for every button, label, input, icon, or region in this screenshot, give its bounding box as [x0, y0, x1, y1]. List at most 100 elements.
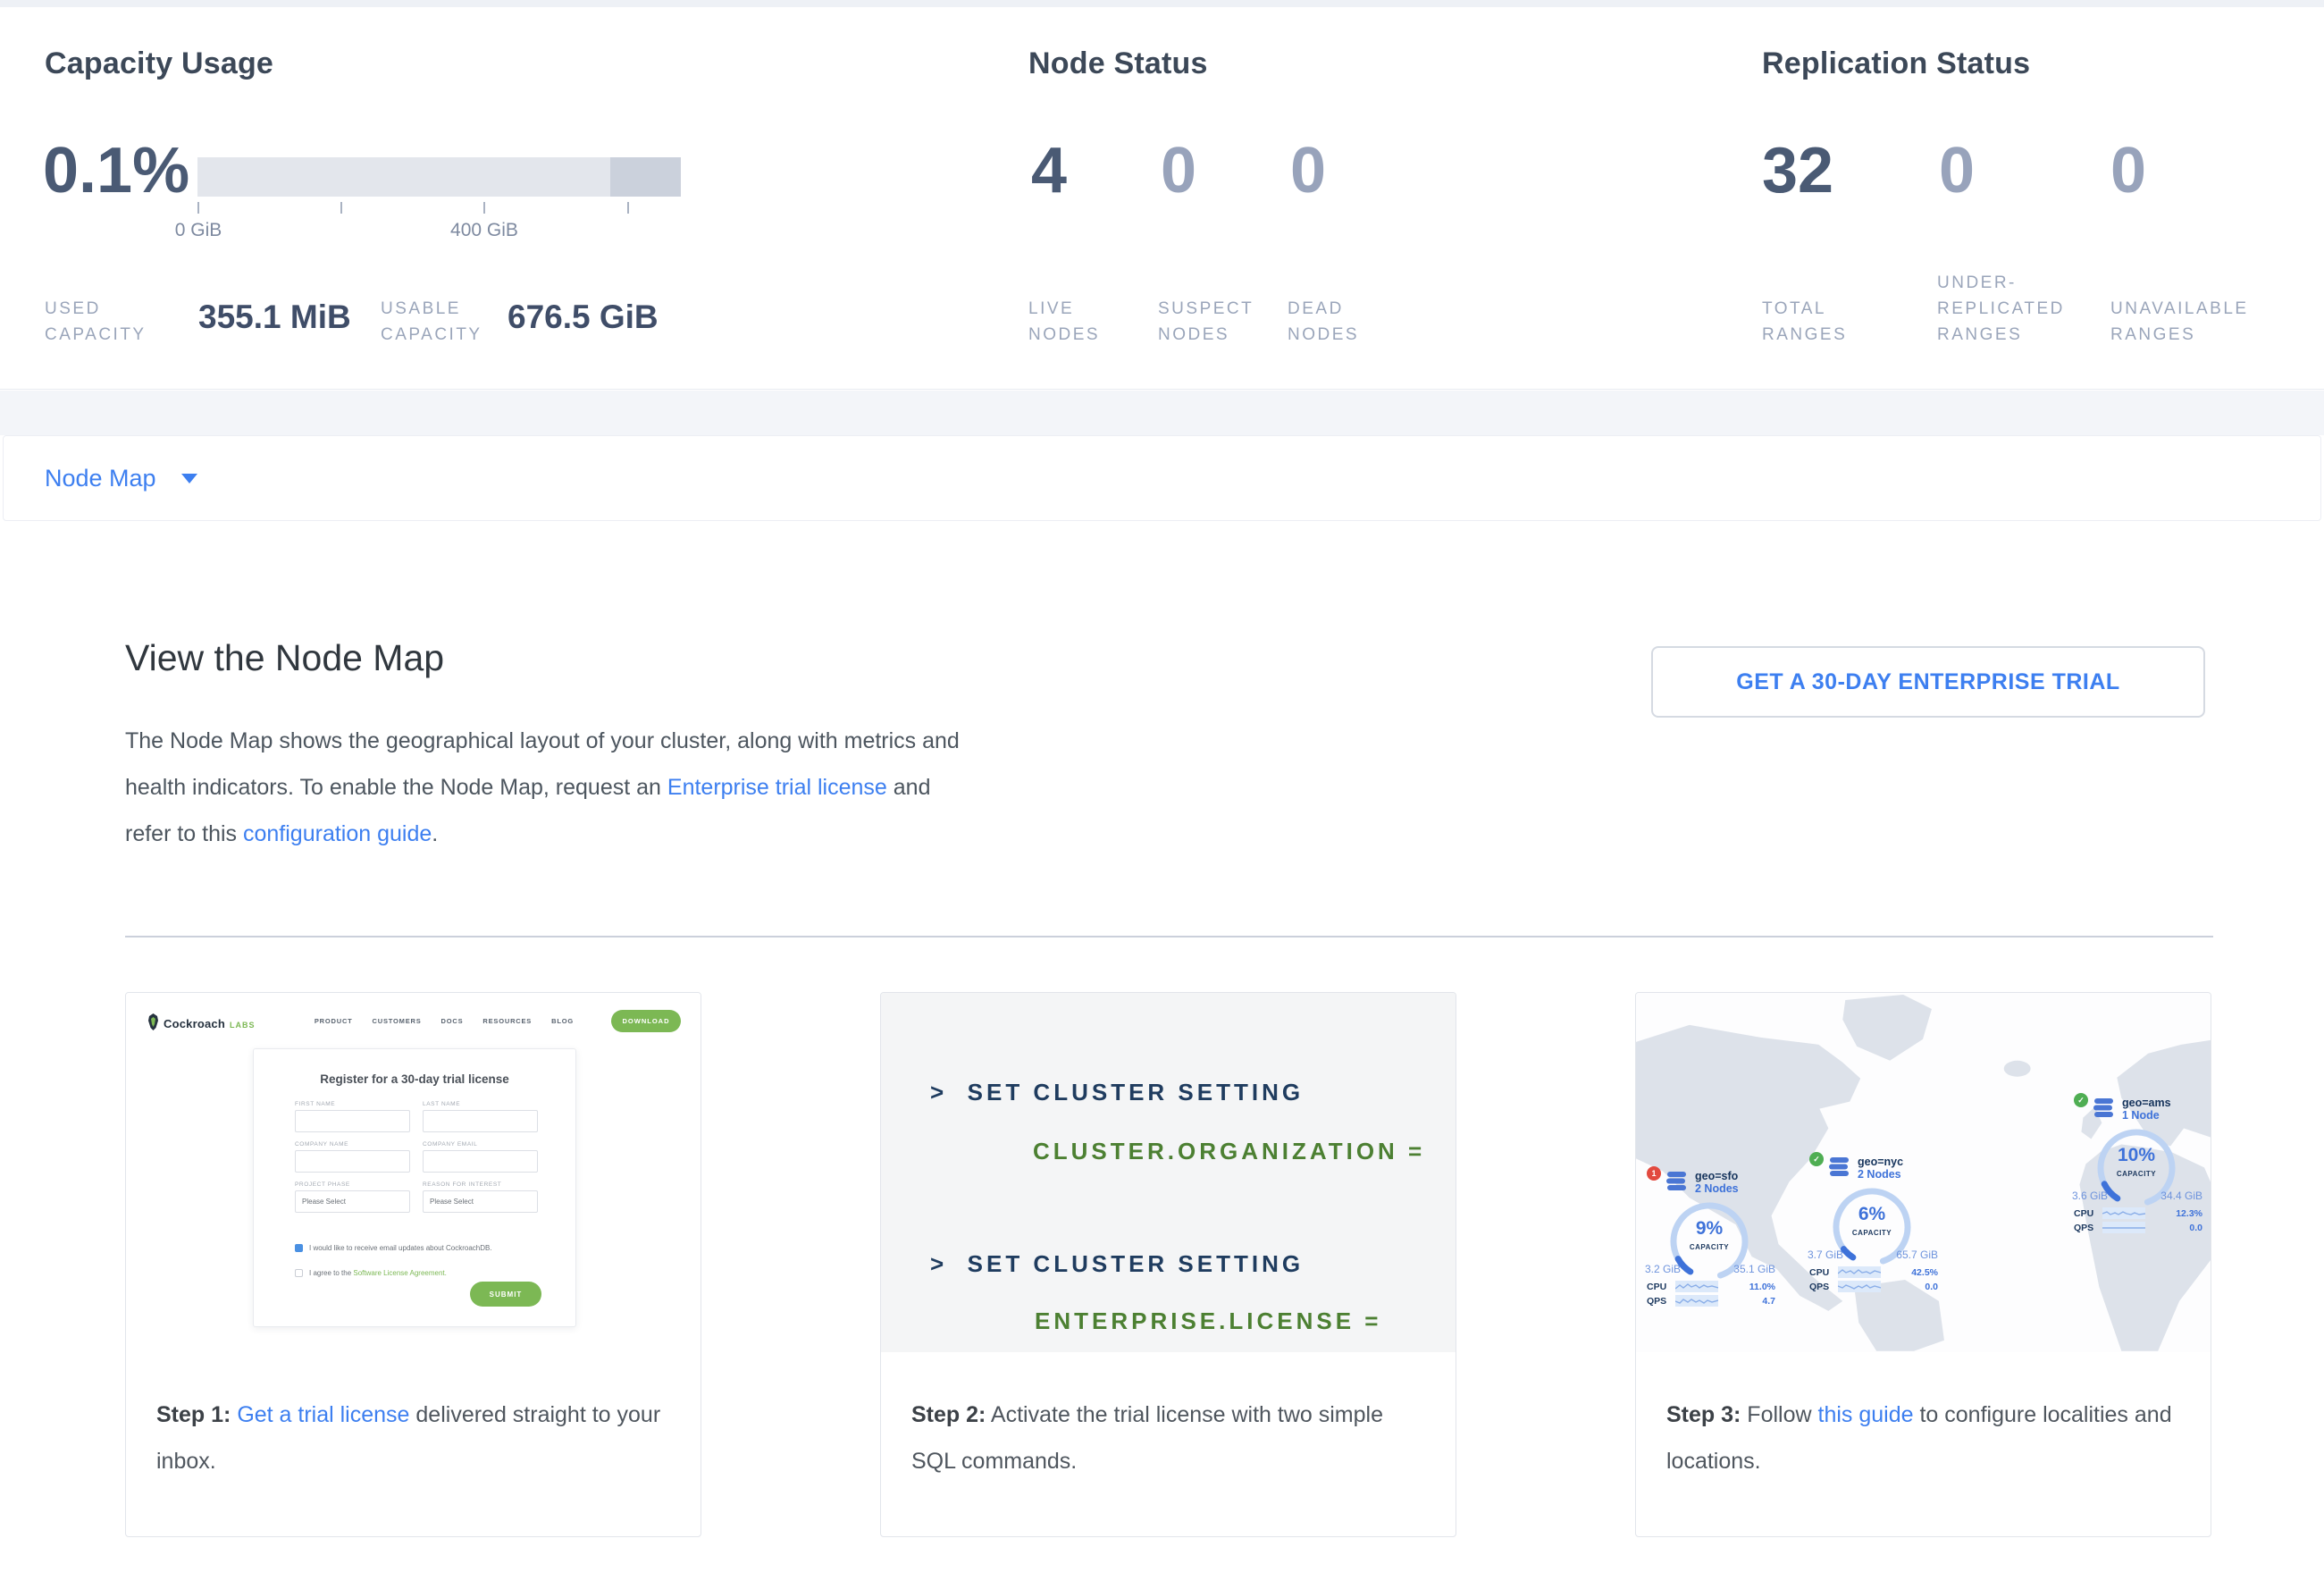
- this-guide-link[interactable]: this guide: [1818, 1402, 1914, 1427]
- qps-sparkline: [1838, 1281, 1881, 1292]
- nav-item: DOCS: [441, 1017, 464, 1025]
- step3-caption: Step 3: Follow this guide to configure l…: [1636, 1352, 2211, 1484]
- suspect-nodes-label: SUSPECT NODES: [1158, 296, 1270, 348]
- brand-labs-text: LABS: [230, 1021, 256, 1030]
- capacity-label: CAPACITY: [1829, 1229, 1915, 1237]
- capacity-max: 35.1 GiB: [1733, 1263, 1775, 1275]
- cpu-sparkline: [1838, 1266, 1881, 1278]
- capacity-usage-title: Capacity Usage: [45, 46, 273, 81]
- capacity-tick-label-0: 0 GiB: [163, 220, 234, 241]
- form-fields: FIRST NAME LAST NAME COMPANY NAME COMPAN…: [295, 1101, 538, 1213]
- capacity-tick: [197, 202, 199, 214]
- qps-row: QPS0.0: [1809, 1281, 1938, 1292]
- download-button-image: DOWNLOAD: [611, 1010, 681, 1032]
- configuration-guide-link[interactable]: configuration guide: [243, 821, 432, 846]
- nav-item: RESOURCES: [482, 1017, 532, 1025]
- under-replicated-ranges-label: UNDER-REPLICATED RANGES: [1937, 270, 2096, 348]
- sql-commands-block: > SET CLUSTER SETTING CLUSTER.ORGANIZATI…: [881, 993, 1456, 1352]
- database-icon: [2093, 1098, 2115, 1118]
- nav-item: BLOG: [551, 1017, 574, 1025]
- node-map-promo-section: View the Node Map The Node Map shows the…: [0, 521, 2324, 1589]
- get-trial-license-link[interactable]: Get a trial license: [237, 1402, 409, 1427]
- locality-name: geo=nyc: [1858, 1156, 1903, 1168]
- step1-card: Cockroach LABS PRODUCT CUSTOMERS DOCS RE…: [125, 992, 701, 1537]
- cluster-header: ✓ geo=ams 1 Node: [2074, 1097, 2206, 1122]
- checkbox-label: I agree to the Software License Agreemen…: [309, 1269, 447, 1277]
- field-input: [295, 1110, 410, 1132]
- capacity-tick-label-400: 400 GiB: [431, 220, 538, 241]
- qps-row: QPS 0.0: [2074, 1222, 2202, 1233]
- field-input: [295, 1150, 410, 1173]
- node-map-dropdown[interactable]: Node Map: [45, 436, 197, 520]
- live-nodes-value: 4: [1031, 134, 1067, 207]
- total-ranges-value: 32: [1762, 134, 1833, 207]
- capacity-percent: 6%: [1829, 1204, 1915, 1225]
- node-count: 1 Node: [2122, 1109, 2171, 1122]
- cluster-title: geo=ams 1 Node: [2122, 1097, 2171, 1122]
- step2-caption: Step 2: Activate the trial license with …: [881, 1352, 1456, 1484]
- enterprise-trial-license-link[interactable]: Enterprise trial license: [667, 775, 887, 800]
- form-title: Register for a 30-day trial license: [254, 1072, 575, 1086]
- qps-value: 0.0: [2189, 1223, 2202, 1233]
- brand-text: Cockroach: [164, 1017, 225, 1030]
- capacity-min: 3.2 GiB: [1645, 1263, 1681, 1275]
- step3-card: 1 geo=sfo 2 Nodes 9% CAPACITY 3.2 GiB35.…: [1635, 992, 2211, 1537]
- cpu-label: CPU: [1647, 1282, 1671, 1292]
- healthy-badge-icon: ✓: [2074, 1093, 2088, 1107]
- node-count: 2 Nodes: [1695, 1182, 1739, 1195]
- form-field: COMPANY EMAIL: [423, 1141, 538, 1173]
- unavailable-ranges-value: 0: [2110, 134, 2146, 207]
- cpu-value: 12.3%: [2176, 1208, 2202, 1219]
- cpu-row: CPU 12.3%: [2074, 1207, 2202, 1219]
- node-map-preview: 1 geo=sfo 2 Nodes 9% CAPACITY 3.2 GiB35.…: [1636, 993, 2211, 1352]
- step-label: Step 1:: [156, 1402, 231, 1427]
- cluster-sfo: 1 geo=sfo 2 Nodes 9% CAPACITY 3.2 GiB35.…: [1645, 1170, 1779, 1313]
- form-field: LAST NAME: [423, 1101, 538, 1132]
- qps-row: QPS4.7: [1647, 1295, 1775, 1307]
- qps-label: QPS: [2074, 1223, 2098, 1233]
- label-text: I agree to the: [309, 1269, 353, 1277]
- capacity-used-percent: 0.1%: [43, 134, 189, 207]
- cpu-sparkline: [1675, 1281, 1718, 1292]
- field-label: COMPANY NAME: [295, 1141, 410, 1148]
- checkbox-checked-icon: [295, 1244, 303, 1252]
- prompt-glyph: >: [930, 1079, 947, 1106]
- capacity-tick: [340, 202, 342, 214]
- mini-site-nav-items: PRODUCT CUSTOMERS DOCS RESOURCES BLOG DO…: [315, 1010, 701, 1032]
- description-text: .: [432, 821, 438, 846]
- node-map-dropdown-label: Node Map: [45, 465, 156, 492]
- used-capacity-value: 355.1 MiB: [198, 298, 351, 336]
- get-enterprise-trial-button[interactable]: GET A 30-DAY ENTERPRISE TRIAL: [1651, 646, 2205, 718]
- cpu-sparkline: [2102, 1207, 2145, 1219]
- capacity-min: 3.7 GiB: [1808, 1248, 1843, 1261]
- checkbox-icon: [295, 1269, 303, 1277]
- cpu-label: CPU: [2074, 1208, 2098, 1219]
- capacity-bar: [197, 157, 681, 197]
- usable-capacity-value: 676.5 GiB: [508, 298, 659, 336]
- capacity-percent: 10%: [2093, 1145, 2179, 1166]
- qps-sparkline: [2102, 1222, 2145, 1233]
- form-field: COMPANY NAME: [295, 1141, 410, 1173]
- capacity-range: 3.2 GiB 35.1 GiB: [1645, 1263, 1775, 1275]
- suspect-nodes-value: 0: [1161, 134, 1196, 207]
- step1-thumbnail: Cockroach LABS PRODUCT CUSTOMERS DOCS RE…: [126, 993, 701, 1352]
- cpu-value: 42.5%: [1911, 1267, 1938, 1278]
- checkbox-label: I would like to receive email updates ab…: [309, 1244, 492, 1252]
- submit-button-image: SUBMIT: [470, 1282, 541, 1307]
- caption-text: delivered straight to your inbox.: [156, 1402, 660, 1474]
- capacity-range: 3.6 GiB34.4 GiB: [2072, 1190, 2202, 1202]
- trial-registration-form-image: Register for a 30-day trial license FIRS…: [253, 1048, 576, 1327]
- step1-caption: Step 1: Get a trial license delivered st…: [126, 1352, 701, 1484]
- field-label: COMPANY EMAIL: [423, 1141, 538, 1148]
- capacity-max: 65.7 GiB: [1896, 1248, 1938, 1261]
- database-icon: [1666, 1172, 1688, 1191]
- node-count: 2 Nodes: [1858, 1168, 1903, 1181]
- caption-text: Follow: [1741, 1402, 1817, 1427]
- capacity-bar-tail: [610, 157, 681, 197]
- capacity-tick: [483, 202, 485, 214]
- field-select: Please Select: [423, 1190, 538, 1213]
- step2-card: > SET CLUSTER SETTING CLUSTER.ORGANIZATI…: [880, 992, 1456, 1537]
- qps-label: QPS: [1647, 1296, 1671, 1307]
- healthy-badge-icon: ✓: [1809, 1152, 1824, 1166]
- sql-command: SET CLUSTER SETTING: [968, 1250, 1304, 1277]
